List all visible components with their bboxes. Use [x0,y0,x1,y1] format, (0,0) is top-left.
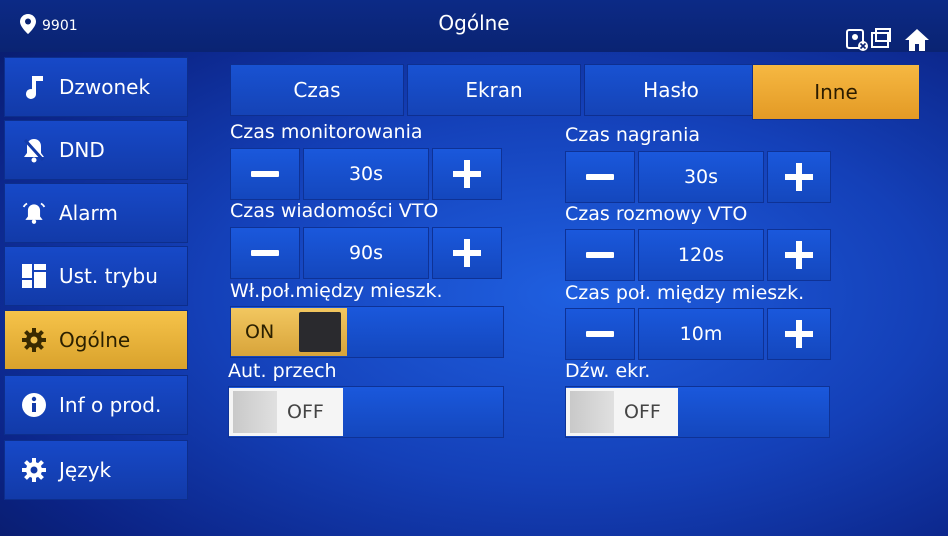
screen-sound-label: Dźw. ekr. [565,360,651,382]
page-title: Ogólne [438,11,510,35]
auto-switch-label: Aut. przech [228,360,337,382]
increase-button[interactable] [767,151,831,203]
sidebar-item-label: Ogólne [59,328,131,352]
sidebar-item-label: Język [59,458,112,482]
minus-icon [586,174,614,180]
sidebar-item-ogolne[interactable]: Ogólne [4,310,188,370]
record-time-stepper: 30s [565,151,831,203]
minus-icon [586,252,614,258]
toggle-state: OFF [287,401,324,423]
increase-button[interactable] [432,227,502,279]
plus-icon [785,320,813,348]
decrease-button[interactable] [230,227,300,279]
toggle-state: OFF [624,401,661,423]
increase-button[interactable] [767,229,831,281]
sidebar-item-label: Ust. trybu [59,264,158,288]
plus-icon [785,163,813,191]
decrease-button[interactable] [565,151,635,203]
alarm-bell-icon [21,200,47,226]
intercom-time-label: Czas poł. między mieszk. [565,282,805,304]
monitor-time-stepper: 30s [230,148,502,200]
info-icon [21,392,47,418]
minus-icon [251,250,279,256]
sidebar-item-inf-o-prod[interactable]: Inf o prod. [4,375,188,435]
intercom-enable-label: Wł.poł.między mieszk. [230,280,443,302]
tab-czas[interactable]: Czas [230,64,404,116]
monitor-time-value: 30s [303,148,429,200]
bell-off-icon [21,137,47,163]
device-status-icon[interactable] [846,28,892,56]
toggle-handle [299,312,341,352]
vto-message-time-label: Czas wiadomości VTO [230,200,439,222]
monitor-time-label: Czas monitorowania [230,121,423,143]
decrease-button[interactable] [230,148,300,200]
music-note-icon [21,74,47,100]
sidebar-item-label: Alarm [59,201,118,225]
home-icon[interactable] [904,28,930,56]
toggle-knob: OFF [566,388,678,436]
intercom-enable-toggle[interactable]: ON [230,306,504,358]
plus-icon [785,241,813,269]
increase-button[interactable] [432,148,502,200]
intercom-time-value: 10m [638,308,764,360]
toggle-state: ON [245,321,275,343]
vto-talk-time-value: 120s [638,229,764,281]
tab-haslo[interactable]: Hasło [584,64,758,116]
gear-icon [21,457,47,483]
intercom-time-stepper: 10m [565,308,831,360]
minus-icon [251,171,279,177]
toggle-handle [570,391,614,433]
sidebar-item-label: Inf o prod. [59,393,162,417]
plus-icon [453,239,481,267]
toggle-knob: ON [231,308,347,356]
tab-bar: Czas Ekran Hasło Inne [230,64,920,120]
decrease-button[interactable] [565,229,635,281]
grid-icon [21,263,47,289]
increase-button[interactable] [767,308,831,360]
toggle-knob: OFF [229,388,343,436]
decrease-button[interactable] [565,308,635,360]
vto-message-time-value: 90s [303,227,429,279]
sidebar-item-label: Dzwonek [59,75,151,99]
top-bar: 9901 Ogólne [0,0,948,52]
sidebar-item-alarm[interactable]: Alarm [4,183,188,243]
record-time-value: 30s [638,151,764,203]
minus-icon [586,331,614,337]
sidebar-item-dzwonek[interactable]: Dzwonek [4,57,188,117]
sidebar-item-label: DND [59,138,105,162]
vto-message-time-stepper: 90s [230,227,502,279]
auto-switch-toggle[interactable]: OFF [228,386,504,438]
sidebar-item-jezyk[interactable]: Język [4,440,188,500]
tab-inne[interactable]: Inne [752,64,920,120]
record-time-label: Czas nagrania [565,124,700,146]
sidebar-item-ust-trybu[interactable]: Ust. trybu [4,246,188,306]
gear-icon [21,327,47,353]
screen-sound-toggle[interactable]: OFF [565,386,830,438]
tab-ekran[interactable]: Ekran [407,64,581,116]
sidebar-item-dnd[interactable]: DND [4,120,188,180]
vto-talk-time-label: Czas rozmowy VTO [565,203,748,225]
plus-icon [453,160,481,188]
toggle-handle [233,391,277,433]
vto-talk-time-stepper: 120s [565,229,831,281]
